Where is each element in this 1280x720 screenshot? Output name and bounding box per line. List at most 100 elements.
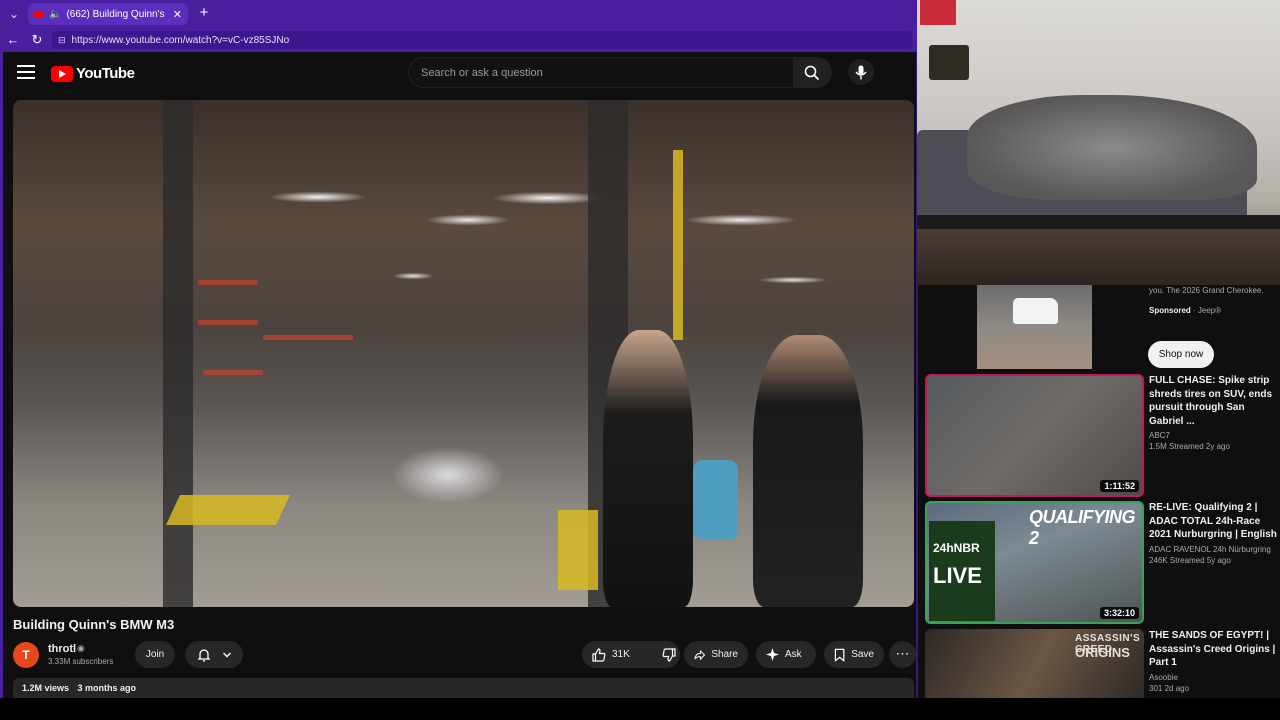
garage-shelf xyxy=(263,335,353,340)
ask-button[interactable]: Ask xyxy=(756,641,816,668)
video-thumbnail[interactable]: 24hNBR LIVE QUALIFYING 2 3:32:10 xyxy=(925,501,1144,624)
video-player[interactable] xyxy=(13,100,914,607)
channel-name[interactable]: ADAC RAVENOL 24h Nürburgring xyxy=(1149,545,1277,554)
thumbs-down-icon xyxy=(662,647,676,662)
speaker-icon[interactable]: 🔈 xyxy=(49,9,61,20)
video-meta[interactable]: THE SANDS OF EGYPT! | Assassin's Creed O… xyxy=(1149,629,1277,693)
webcam-overlay xyxy=(917,0,1280,285)
url-text: https://www.youtube.com/watch?v=vC-vz85S… xyxy=(71,34,290,46)
yellow-column xyxy=(673,150,683,340)
garage-pillar xyxy=(163,100,193,607)
address-bar: ← ↻ ⊟ https://www.youtube.com/watch?v=vC… xyxy=(0,28,918,52)
url-field[interactable]: ⊟ https://www.youtube.com/watch?v=vC-vz8… xyxy=(52,31,912,49)
hamburger-menu-icon[interactable] xyxy=(17,65,35,81)
thumb-text: ORIGINS xyxy=(1075,645,1130,660)
video-title[interactable]: FULL CHASE: Spike strip shreds tires on … xyxy=(1149,374,1277,428)
join-button[interactable]: Join xyxy=(135,641,175,668)
yellow-lift xyxy=(558,510,598,590)
more-actions-icon[interactable]: ⋯ xyxy=(889,641,916,668)
thumb-text: 24hNBR xyxy=(933,541,980,555)
video-thumbnail[interactable]: ASSASSIN'S CREED ORIGINS xyxy=(925,629,1144,698)
tab-list-icon[interactable]: ⌄ xyxy=(4,4,24,24)
tab-bar: ⌄ 🔈 (662) Building Quinn's BMW M3 - YouT… xyxy=(0,0,918,28)
yellow-jack xyxy=(166,495,290,525)
sponsored-label: Sponsored xyxy=(1149,306,1191,315)
masthead: YouTube Search or ask a question xyxy=(3,52,916,96)
bed-frame xyxy=(917,215,1280,229)
tab-title: (662) Building Quinn's BMW M3 - YouTube xyxy=(66,8,167,20)
share-button[interactable]: Share xyxy=(684,641,748,668)
ad-description: you. The 2026 Grand Cherokee. xyxy=(1149,286,1264,295)
thumbs-up-icon xyxy=(592,647,606,662)
blue-tank xyxy=(693,460,738,540)
back-icon[interactable]: ← xyxy=(4,32,22,48)
red-wall-panel xyxy=(920,0,956,25)
description-box[interactable]: 1.2M views 3 months ago xyxy=(13,678,914,698)
search-box[interactable]: Search or ask a question xyxy=(408,57,832,88)
youtube-play-icon xyxy=(51,65,73,82)
channel-avatar[interactable]: T xyxy=(13,642,39,668)
search-input[interactable]: Search or ask a question xyxy=(421,67,793,79)
garage-shelf xyxy=(198,280,258,285)
bottom-bar xyxy=(0,698,1280,720)
reload-icon[interactable]: ↻ xyxy=(28,32,46,48)
garage-shelf xyxy=(198,320,258,325)
video-owner-row: T throtl ◉ 3.33M subscribers Join 31K Sh… xyxy=(13,640,916,670)
bookmark-icon xyxy=(834,648,845,662)
channel-name[interactable]: throtl xyxy=(48,643,76,655)
duration-badge: 1:11:52 xyxy=(1100,480,1139,492)
shop-now-button[interactable]: Shop now xyxy=(1148,341,1214,368)
channel-name[interactable]: Asoobie xyxy=(1149,673,1277,682)
thumb-text: LIVE xyxy=(933,563,982,588)
person-right xyxy=(753,335,863,607)
duration-badge: 3:32:10 xyxy=(1099,607,1139,619)
suv-image xyxy=(1013,298,1058,324)
dislike-button[interactable] xyxy=(652,641,686,668)
thumbnail-highlight xyxy=(925,374,1144,497)
video-title[interactable]: RE-LIVE: Qualifying 2 | ADAC TOTAL 24h-R… xyxy=(1149,501,1277,542)
like-button[interactable]: 31K xyxy=(582,641,640,668)
upload-age: 3 months ago xyxy=(77,683,137,693)
like-count: 31K xyxy=(612,649,630,660)
video-thumbnail[interactable]: 1:11:52 xyxy=(925,374,1144,497)
screen: ⌄ 🔈 (662) Building Quinn's BMW M3 - YouT… xyxy=(0,0,1280,720)
youtube-logo[interactable]: YouTube xyxy=(51,65,135,82)
video-stats: 301 2d ago xyxy=(1149,683,1190,693)
share-label: Share xyxy=(711,649,738,660)
video-stats: 1.5M Streamed 2y ago xyxy=(1149,442,1230,451)
video-meta[interactable]: FULL CHASE: Spike strip shreds tires on … xyxy=(1149,374,1277,451)
search-button[interactable] xyxy=(793,58,831,87)
chevron-down-icon xyxy=(222,652,231,657)
video-title[interactable]: THE SANDS OF EGYPT! | Assassin's Creed O… xyxy=(1149,629,1277,670)
close-tab-icon[interactable]: ✕ xyxy=(173,8,182,21)
ad-thumbnail[interactable] xyxy=(925,285,1144,369)
save-button[interactable]: Save xyxy=(824,641,884,668)
ad-sponsor-line: Sponsored · Jeep® xyxy=(1149,306,1221,315)
bell-icon xyxy=(196,648,211,661)
floor xyxy=(917,229,1280,285)
search-icon xyxy=(804,65,820,80)
youtube-page: YouTube Search or ask a question Buildin… xyxy=(3,52,916,698)
save-label: Save xyxy=(851,649,874,660)
browser-window: ⌄ 🔈 (662) Building Quinn's BMW M3 - YouT… xyxy=(0,0,918,700)
thumb-text: QUALIFYING 2 xyxy=(1029,507,1136,548)
voice-search-button[interactable] xyxy=(848,59,874,85)
video-meta[interactable]: RE-LIVE: Qualifying 2 | ADAC TOTAL 24h-R… xyxy=(1149,501,1277,565)
notifications-button[interactable] xyxy=(185,641,243,668)
garage-shelf xyxy=(203,370,263,375)
subscriber-count: 3.33M subscribers xyxy=(48,657,114,666)
youtube-favicon-icon xyxy=(34,10,44,18)
video-stats: 246K Streamed 5y ago xyxy=(1149,555,1231,565)
person-left xyxy=(603,330,693,607)
verified-check-icon: ◉ xyxy=(77,643,85,653)
new-tab-icon[interactable]: + xyxy=(195,4,213,22)
channel-name[interactable]: ABC7 xyxy=(1149,431,1277,440)
tab-youtube[interactable]: 🔈 (662) Building Quinn's BMW M3 - YouTub… xyxy=(28,3,188,25)
blanket xyxy=(967,95,1257,200)
video-title: Building Quinn's BMW M3 xyxy=(13,617,175,632)
sparkle-icon xyxy=(766,648,779,661)
site-info-icon[interactable]: ⊟ xyxy=(58,35,66,46)
recommendations-sidebar: you. The 2026 Grand Cherokee. Sponsored … xyxy=(918,285,1280,698)
share-icon xyxy=(694,649,706,660)
advertiser-name: Jeep® xyxy=(1197,306,1222,315)
